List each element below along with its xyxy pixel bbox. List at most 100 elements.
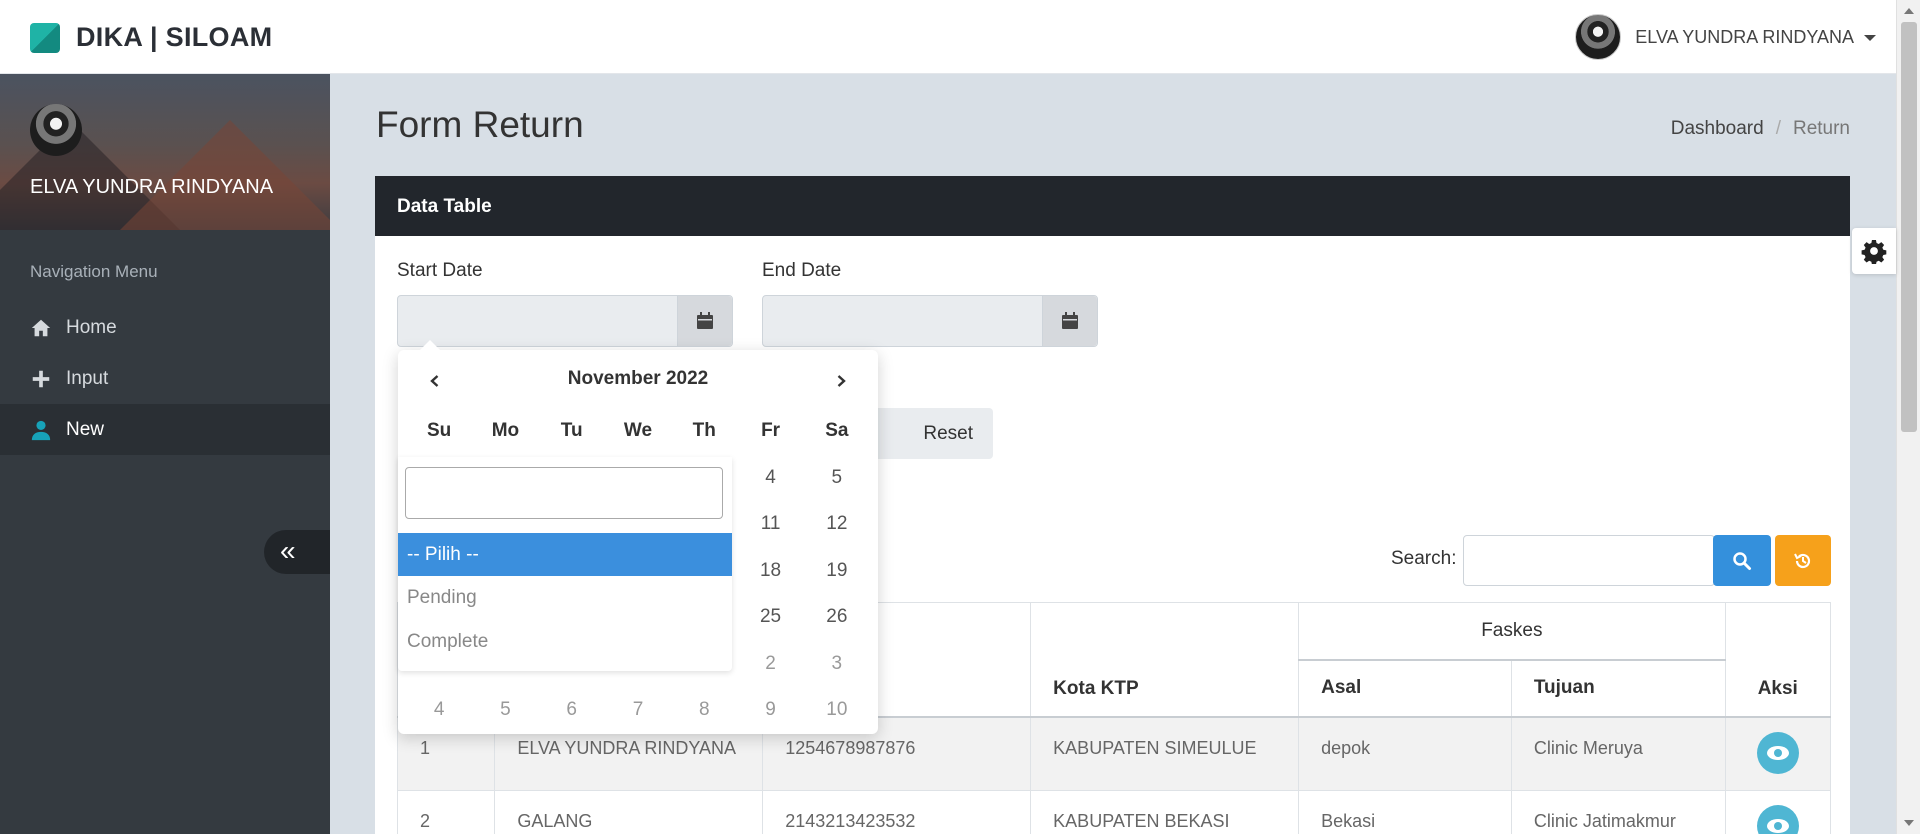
nav-header: Navigation Menu [30, 262, 158, 281]
datepicker-dow: Fr [761, 420, 781, 442]
datepicker-day[interactable]: 18 [737, 548, 803, 595]
row-asal: depok [1298, 716, 1512, 791]
select-option-pilih[interactable]: -- Pilih -- [398, 533, 732, 576]
card-title: Data Table [375, 176, 1850, 236]
search-icon [1733, 551, 1751, 570]
row-tujuan: Clinic Jatimakmur [1510, 790, 1726, 834]
view-button[interactable] [1756, 805, 1799, 834]
start-date-calendar-button[interactable] [677, 296, 732, 346]
select-option-complete[interactable]: Complete [398, 620, 732, 663]
sidebar-item-input[interactable]: Input [0, 353, 330, 404]
breadcrumb-separator: / [1775, 118, 1781, 139]
caret-down-icon [1864, 35, 1876, 41]
sidebar-item-label: New [66, 418, 105, 440]
datepicker-day[interactable]: 11 [737, 501, 803, 548]
settings-toggle-button[interactable] [1852, 228, 1896, 274]
sidebar-collapse-button[interactable]: « [264, 530, 330, 574]
datepicker-dow: We [623, 420, 653, 442]
sidebar-item-home[interactable]: Home [0, 302, 330, 353]
datepicker-day[interactable]: 10 [804, 687, 870, 734]
datepicker-day[interactable]: 7 [605, 687, 671, 734]
sidebar-item-label: Input [66, 367, 109, 389]
select-option-pending[interactable]: Pending [398, 576, 732, 619]
end-date-calendar-button[interactable] [1042, 296, 1097, 346]
start-date-input[interactable] [397, 295, 733, 347]
row-kota: KABUPATEN BEKASI [1030, 790, 1300, 834]
chevron-right-icon [837, 375, 846, 387]
brand-title: DIKA | SILOAM [76, 22, 273, 52]
gear-icon [1861, 239, 1887, 264]
sidebar-avatar [30, 104, 82, 156]
column-header-asal[interactable]: Asal [1298, 659, 1512, 717]
end-date-label: End Date [762, 260, 842, 281]
datepicker-day[interactable]: 9 [737, 687, 803, 734]
datepicker-day[interactable]: 6 [539, 687, 605, 734]
datepicker-dow: Su [427, 420, 452, 442]
home-icon [31, 319, 51, 336]
search-button[interactable] [1713, 535, 1771, 586]
breadcrumb: Dashboard / Return [1671, 118, 1850, 140]
datepicker-day[interactable]: 2 [737, 641, 803, 688]
datepicker-month-title[interactable]: November 2022 [398, 368, 878, 390]
datepicker-day[interactable]: 5 [804, 455, 870, 502]
calendar-icon [697, 312, 713, 329]
brand[interactable]: DIKA | SILOAM [30, 22, 272, 53]
datepicker-day[interactable]: 25 [737, 594, 803, 641]
datepicker-dow: Sa [825, 420, 849, 442]
eye-icon [1766, 745, 1789, 760]
table-row: 2 GALANG 2143213423532 KABUPATEN BEKASI … [396, 790, 1832, 834]
datepicker-day[interactable]: 5 [472, 687, 538, 734]
breadcrumb-home-link[interactable]: Dashboard [1671, 118, 1764, 139]
search-label: Search: [1391, 548, 1457, 569]
user-menu[interactable]: ELVA YUNDRA RINDYANA [1575, 14, 1876, 60]
scroll-up-arrow-icon[interactable] [1904, 8, 1914, 14]
user-icon [31, 420, 51, 440]
history-reset-button[interactable] [1775, 535, 1831, 586]
datepicker-next-button[interactable] [826, 366, 856, 396]
row-kota: KABUPATEN SIMEULUE [1030, 716, 1300, 791]
row-nik: 2143213423532 [762, 790, 1032, 834]
row-asal: Bekasi [1298, 790, 1512, 834]
scroll-down-arrow-icon[interactable] [1904, 820, 1914, 826]
datepicker-day[interactable]: 19 [804, 548, 870, 595]
avatar [1575, 14, 1622, 60]
mountain-backdrop [120, 120, 330, 230]
user-name: ELVA YUNDRA RINDYANA [1635, 26, 1854, 47]
sidebar-item-new[interactable]: New [0, 404, 330, 455]
scrollbar[interactable] [1896, 0, 1920, 834]
datepicker-day[interactable]: 4 [406, 687, 472, 734]
column-group-faskes: Faskes [1298, 602, 1726, 661]
row-nama: GALANG [494, 790, 764, 834]
sidebar-user-name: ELVA YUNDRA RINDYANA [30, 176, 274, 198]
sidebar-item-label: Home [66, 316, 117, 338]
column-header-aksi: Aksi [1724, 602, 1832, 717]
end-date-input[interactable] [762, 295, 1098, 347]
row-tujuan: Clinic Meruya [1510, 716, 1726, 791]
datepicker-day[interactable]: 12 [804, 501, 870, 548]
sidebar-user-panel: ELVA YUNDRA RINDYANA [0, 74, 330, 230]
top-navbar: DIKA | SILOAM ELVA YUNDRA RINDYANA [0, 0, 1896, 74]
row-actions [1724, 790, 1832, 834]
datepicker-dow: Mo [491, 420, 520, 442]
column-header-tujuan[interactable]: Tujuan [1510, 659, 1726, 717]
brand-logo-icon [30, 22, 60, 53]
calendar-icon [1062, 312, 1078, 329]
start-date-label: Start Date [397, 260, 483, 281]
datepicker-dow: Th [692, 420, 716, 442]
plus-icon [32, 370, 50, 387]
datepicker-day[interactable]: 3 [804, 641, 870, 688]
view-button[interactable] [1756, 731, 1799, 774]
datepicker-day[interactable]: 26 [804, 594, 870, 641]
scroll-thumb[interactable] [1901, 22, 1917, 432]
column-header-kota-ktp[interactable]: Kota KTP [1030, 602, 1300, 717]
search-input[interactable] [1463, 535, 1715, 586]
page-title: Form Return [376, 104, 584, 145]
datepicker-day[interactable]: 4 [737, 455, 803, 502]
datepicker-dow: Tu [560, 420, 583, 442]
row-number: 2 [396, 790, 496, 834]
select-search-input[interactable] [405, 467, 723, 519]
datepicker-day[interactable]: 8 [671, 687, 737, 734]
history-icon [1794, 553, 1811, 568]
breadcrumb-current: Return [1792, 118, 1850, 139]
eye-icon [1766, 819, 1789, 833]
